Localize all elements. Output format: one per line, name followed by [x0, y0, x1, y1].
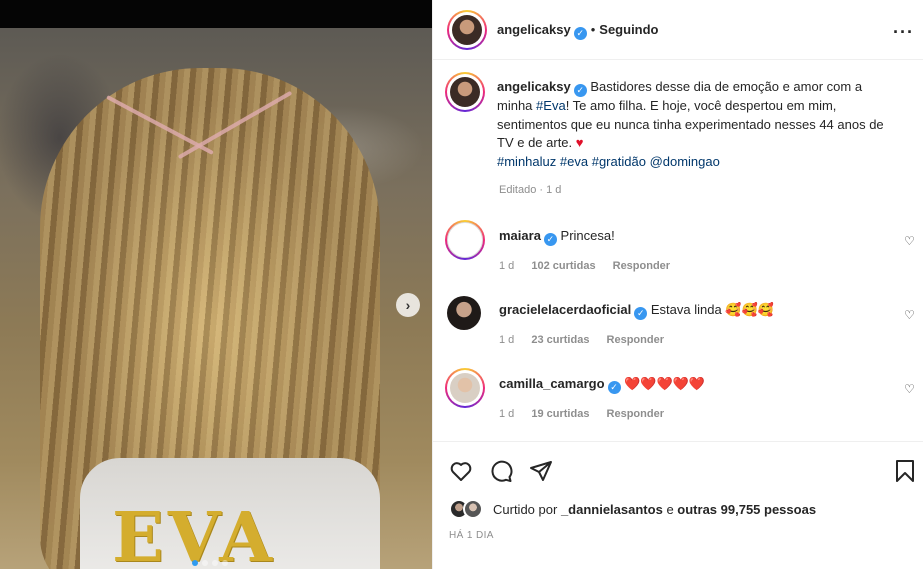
carousel-next-button[interactable]: › — [396, 293, 420, 317]
edited-label: Editado — [499, 184, 537, 196]
post-caption: angelicaksy ✓ Bastidores desse dia de emo… — [497, 78, 897, 171]
post-details-panel: angelicaksy ✓ • Seguindo ··· angelicaksy ✓ B… — [432, 0, 923, 569]
action-bar — [433, 441, 923, 501]
verified-badge-icon: ✓ — [543, 233, 557, 246]
commenter-avatar[interactable] — [445, 368, 485, 408]
post-header: angelicaksy ✓ • Seguindo ··· — [433, 0, 923, 60]
comment-heart-icon[interactable]: ♡ — [904, 308, 915, 322]
commenter-avatar[interactable] — [447, 296, 481, 330]
comment-heart-icon[interactable]: ♡ — [904, 234, 915, 248]
following-button[interactable]: Seguindo — [599, 22, 658, 37]
edited-info: Editado · 1 d — [499, 184, 561, 196]
liked-by-prefix: Curtido por — [493, 501, 558, 517]
liker-avatar[interactable] — [463, 499, 483, 519]
verified-badge-icon: ✓ — [573, 84, 587, 97]
verified-badge-icon: ✓ — [573, 27, 587, 40]
comment-likes[interactable]: 102 curtidas — [531, 260, 595, 272]
verified-badge-icon: ✓ — [634, 307, 648, 320]
commenter-avatar[interactable] — [445, 220, 485, 260]
comment-text-line: maiara ✓ Princesa! — [499, 228, 615, 246]
comment-text-line: camilla_camargo ✓ ❤️❤️❤️❤️❤️ — [499, 376, 705, 394]
liked-by-line: Curtido por _dannielasantos e outras 99,… — [449, 498, 816, 520]
comment-meta: 1 d 23 curtidas Responder — [499, 334, 678, 346]
author-avatar[interactable] — [447, 10, 487, 50]
header-author-line: angelicaksy ✓ • Seguindo — [497, 22, 659, 40]
comment-heart-icon[interactable]: ♡ — [904, 382, 915, 396]
paper-plane-icon[interactable] — [529, 459, 553, 483]
comment-likes[interactable]: 23 curtidas — [531, 334, 589, 346]
hashtag-link[interactable]: #minhaluz — [497, 154, 556, 169]
comment-item: gracielelacerdaoficial ✓ Estava linda 🥰🥰🥰… — [433, 292, 923, 362]
comment-likes[interactable]: 19 curtidas — [531, 408, 589, 420]
post-photo[interactable]: EVA — [0, 28, 432, 569]
others-likes-link[interactable]: outras 99,755 pessoas — [677, 502, 816, 517]
commenter-username[interactable]: maiara — [499, 228, 541, 243]
hashtag-link[interactable]: #eva — [560, 154, 588, 169]
comment-meta: 1 d 102 curtidas Responder — [499, 260, 684, 272]
carousel-dot — [202, 560, 208, 566]
comment-text: Princesa! — [560, 228, 615, 243]
bookmark-icon[interactable] — [894, 459, 916, 483]
carousel-indicator — [192, 560, 228, 566]
comment-time[interactable]: 1 d — [499, 334, 514, 346]
comment-item: maiara ✓ Princesa! 1 d 102 curtidas Respo… — [433, 218, 923, 288]
carousel-dot — [212, 560, 218, 566]
hashtag-link[interactable]: #gratidão — [592, 154, 646, 169]
reply-button[interactable]: Responder — [607, 334, 664, 346]
liker-username[interactable]: _dannielasantos — [561, 502, 663, 517]
comment-text-line: gracielelacerdaoficial ✓ Estava linda 🥰🥰🥰 — [499, 302, 774, 320]
liked-by-middle: e — [666, 501, 674, 517]
caption-hashtag-eva[interactable]: #Eva — [536, 98, 566, 113]
instagram-post-modal: EVA › angelicaksy ✓ • Seguindo ··· angel… — [0, 0, 923, 569]
heart-outline-icon[interactable] — [449, 459, 473, 483]
hoodie-lettering: EVA — [112, 498, 277, 569]
comment-time[interactable]: 1 d — [499, 408, 514, 420]
comment-meta: 1 d 19 curtidas Responder — [499, 408, 678, 420]
mention-link[interactable]: @domingao — [650, 154, 720, 169]
more-horizontal-icon[interactable]: ··· — [893, 22, 914, 43]
commenter-username[interactable]: gracielelacerdaoficial — [499, 302, 631, 317]
red-heart-icon: ♥ — [575, 135, 584, 150]
reply-button[interactable]: Responder — [607, 408, 664, 420]
caption-author-avatar[interactable] — [445, 72, 485, 112]
caption-author-username[interactable]: angelicaksy — [497, 79, 571, 94]
post-time-ago[interactable]: HÁ 1 DIA — [449, 530, 494, 541]
edited-separator: · — [539, 184, 544, 196]
carousel-dot — [192, 560, 198, 566]
carousel-dot — [222, 560, 228, 566]
comment-time[interactable]: 1 d — [499, 260, 514, 272]
verified-badge-icon: ✓ — [607, 381, 621, 394]
comment-text: Estava linda 🥰🥰🥰 — [650, 302, 774, 317]
comment-item: camilla_camargo ✓ ❤️❤️❤️❤️❤️ 1 d 19 curti… — [433, 366, 923, 436]
reply-button[interactable]: Responder — [613, 260, 670, 272]
post-media: EVA › — [0, 0, 432, 569]
edited-time[interactable]: 1 d — [546, 184, 561, 196]
chevron-right-icon: › — [405, 297, 411, 313]
media-top-bar — [0, 0, 432, 28]
comment-text: ❤️❤️❤️❤️❤️ — [624, 376, 706, 391]
author-username[interactable]: angelicaksy — [497, 22, 571, 37]
commenter-username[interactable]: camilla_camargo — [499, 376, 605, 391]
comment-bubble-icon[interactable] — [489, 459, 513, 483]
header-separator: • — [590, 22, 596, 37]
